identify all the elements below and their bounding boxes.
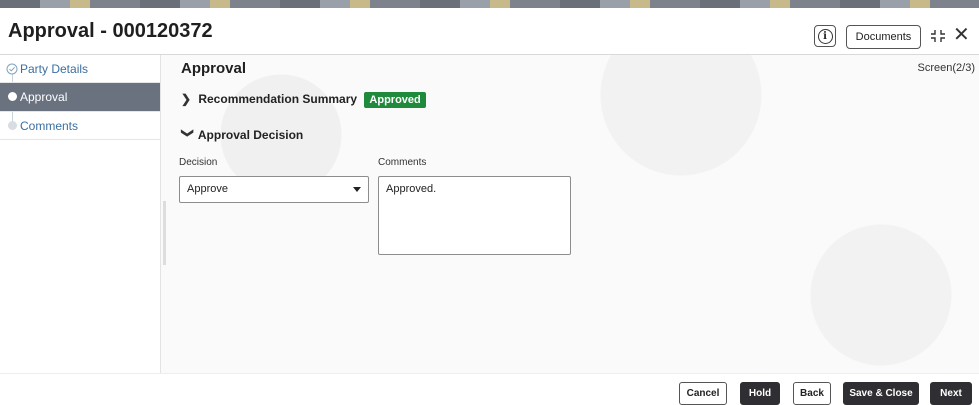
footer-action-bar: Cancel Hold Back Save & Close Next (0, 373, 979, 405)
status-badge: Approved (364, 92, 426, 108)
main-content: Approval Screen(2/3) ❯ Recommendation Su… (161, 55, 979, 373)
sidebar-item-approval[interactable]: Approval (0, 83, 160, 112)
decision-value: Approve (187, 183, 228, 195)
comments-label: Comments (378, 157, 427, 168)
sidebar-item-label: Party Details (20, 62, 89, 76)
save-close-button[interactable]: Save & Close (843, 382, 919, 405)
pending-dot-icon (8, 121, 17, 130)
active-dot-icon (8, 92, 17, 101)
page-header: Approval - 000120372 i Documents ✕ (0, 8, 979, 55)
chevron-right-icon: ❯ (181, 92, 192, 106)
recommendation-summary-header[interactable]: ❯ Recommendation Summary Approved (181, 92, 426, 108)
recommendation-summary-label: Recommendation Summary (198, 92, 358, 106)
approval-decision-label: Approval Decision (197, 128, 304, 142)
top-banner-strip (0, 0, 979, 8)
sidebar-item-label: Comments (20, 119, 79, 133)
check-circle-icon (6, 63, 18, 75)
documents-button[interactable]: Documents (846, 25, 921, 49)
close-icon[interactable]: ✕ (953, 25, 970, 45)
comments-textarea[interactable]: Approved. (378, 176, 571, 255)
sidebar-item-label: Approval (20, 90, 68, 104)
approval-decision-header[interactable]: ❯ Approval Decision (181, 128, 303, 142)
sidebar-item-comments[interactable]: Comments (0, 112, 160, 140)
hold-button[interactable]: Hold (740, 382, 780, 405)
sidebar-item-party-details[interactable]: Party Details (0, 55, 160, 83)
info-button[interactable]: i (814, 25, 836, 47)
collapse-icon[interactable] (930, 29, 946, 43)
next-button[interactable]: Next (930, 382, 972, 405)
decision-select[interactable]: Approve (179, 176, 369, 203)
cancel-button[interactable]: Cancel (679, 382, 727, 405)
section-title: Approval (181, 60, 247, 77)
page-title: Approval - 000120372 (8, 20, 213, 42)
info-icon: i (817, 28, 833, 44)
chevron-down-icon: ❯ (181, 128, 195, 139)
dropdown-arrow-icon (353, 187, 361, 192)
back-button[interactable]: Back (793, 382, 831, 405)
decision-label: Decision (179, 157, 218, 168)
screen-indicator: Screen(2/3) (917, 62, 975, 74)
sidebar-nav: Party Details Approval Comments (0, 55, 161, 373)
resize-handle[interactable] (163, 201, 166, 265)
